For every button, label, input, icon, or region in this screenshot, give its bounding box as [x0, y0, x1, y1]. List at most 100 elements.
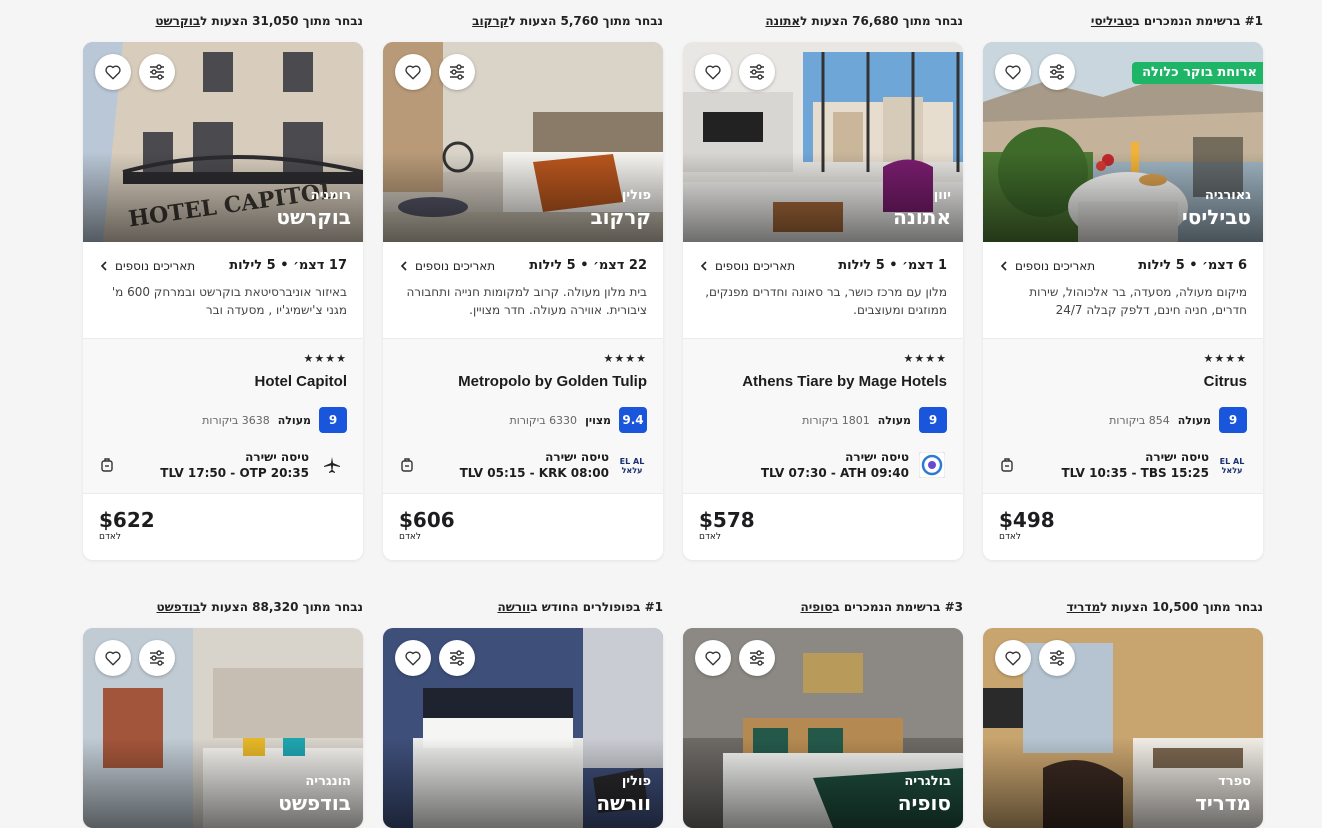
- filter-button[interactable]: [1039, 640, 1075, 676]
- deal-column: נבחר מתוך 31,050 הצעות לבוקרשט HOTEL CAP…: [83, 0, 363, 560]
- city-link[interactable]: בודפשט: [157, 600, 201, 614]
- city-link[interactable]: וורשה: [497, 600, 530, 614]
- chevron-left-icon: [100, 260, 107, 271]
- hotel-photo[interactable]: HOTEL CAPITOL רומניה בוקרשט: [83, 42, 363, 242]
- filter-button[interactable]: [1039, 54, 1075, 90]
- deal-card[interactable]: בולגריה סופיה: [683, 628, 963, 828]
- breakfast-badge: ארוחת בוקר כלולה: [1132, 62, 1263, 84]
- favorite-button[interactable]: [695, 640, 731, 676]
- deal-card[interactable]: פולין קרקוב 22 דצמ׳ • 5 לילות תאריכים נו…: [383, 42, 663, 560]
- sliders-icon: [150, 64, 164, 80]
- filter-button[interactable]: [739, 54, 775, 90]
- hotel-photo[interactable]: פולין וורשה: [383, 628, 663, 828]
- hotel-name[interactable]: Hotel Capitol: [99, 373, 348, 393]
- heart-icon: [405, 65, 421, 80]
- more-dates-link[interactable]: תאריכים נוספים: [399, 259, 495, 273]
- heart-icon: [1005, 651, 1021, 666]
- hotel-name[interactable]: Citrus: [999, 373, 1247, 393]
- review-count: 1801 ביקורות: [802, 413, 870, 427]
- score-label: מעולה: [277, 413, 311, 427]
- city-link[interactable]: טביליסי: [1091, 14, 1132, 28]
- trip-info: 1 דצמ׳ • 5 לילות תאריכים נוספים מלון עם …: [683, 242, 963, 338]
- favorite-button[interactable]: [995, 640, 1031, 676]
- star-rating: ★★★★: [603, 352, 647, 365]
- luggage-icon: [401, 458, 413, 472]
- deal-card[interactable]: ארוחת בוקר כלולה גאורגיה טביליסי 6 דצמ׳ …: [983, 42, 1263, 560]
- filter-button[interactable]: [739, 640, 775, 676]
- filter-button[interactable]: [439, 640, 475, 676]
- deal-column: נבחר מתוך 88,320 הצעות ל בודפשט הונגריה ב…: [83, 586, 363, 828]
- city-link[interactable]: אתונה: [765, 14, 800, 28]
- deal-tagline: נבחר מתוך 5,760 הצעות ל קרקוב: [472, 14, 663, 28]
- country-label: גאורגיה: [1204, 188, 1251, 203]
- hotel-details: ★★★★ Athens Tiare by Mage Hotels 9 מעולה…: [683, 338, 963, 493]
- hotel-details: ★★★★ Metropolo by Golden Tulip 9.4 מצוין…: [383, 338, 663, 493]
- city-label: אתונה: [893, 205, 951, 229]
- flight-times: TLV 05:15 - KRK 08:00: [459, 466, 609, 480]
- location: בולגריה סופיה: [898, 774, 951, 816]
- flight-times: TLV 07:30 - ATH 09:40: [760, 466, 909, 480]
- location: פולין וורשה: [596, 774, 651, 816]
- svg-text:EL AL: EL AL: [1220, 457, 1245, 466]
- price-box: $578 לאדם: [683, 493, 963, 560]
- review-summary: 9 מעולה 854 ביקורות: [999, 407, 1247, 433]
- city-link[interactable]: קרקוב: [472, 14, 508, 28]
- hotel-photo[interactable]: בולגריה סופיה: [683, 628, 963, 828]
- more-dates-link[interactable]: תאריכים נוספים: [99, 259, 195, 273]
- deal-card[interactable]: HOTEL CAPITOL רומניה בוקרשט 17 דצמ׳ • 5 …: [83, 42, 363, 560]
- favorite-button[interactable]: [695, 54, 731, 90]
- favorite-button[interactable]: [995, 54, 1031, 90]
- sliders-icon: [750, 650, 764, 666]
- city-link[interactable]: סופיה: [800, 600, 832, 614]
- more-dates-link[interactable]: תאריכים נוספים: [699, 259, 795, 273]
- score-label: מצוין: [585, 413, 611, 427]
- hotel-name[interactable]: Athens Tiare by Mage Hotels: [699, 373, 947, 393]
- review-count: 6330 ביקורות: [509, 413, 578, 427]
- elal-logo: EL AL עלאל: [1217, 450, 1247, 480]
- sliders-icon: [450, 650, 464, 666]
- deal-column: #3 ברשימת הנמכרים ב סופיה בולגריה סופיה: [683, 586, 963, 828]
- country-label: פולין: [621, 774, 651, 789]
- price-amount: $606: [399, 508, 455, 532]
- heart-icon: [705, 651, 721, 666]
- filter-button[interactable]: [139, 54, 175, 90]
- deal-card[interactable]: ספרד מדריד: [983, 628, 1263, 828]
- deals-row-2: נבחר מתוך 10,500 הצעות ל מדריד ספרד מדריד: [83, 586, 1263, 828]
- heart-icon: [105, 651, 121, 666]
- favorite-button[interactable]: [95, 640, 131, 676]
- deal-column: #1 בפופולרים החודש ב וורשה פולין וורשה: [383, 586, 663, 828]
- hotel-name[interactable]: Metropolo by Golden Tulip: [399, 373, 647, 393]
- hotel-photo[interactable]: הונגריה בודפשט: [83, 628, 363, 828]
- favorite-button[interactable]: [95, 54, 131, 90]
- review-summary: 9 מעולה 1801 ביקורות: [699, 407, 947, 433]
- hotel-details: ★★★★ Hotel Capitol 9 מעולה 3638 ביקורות …: [83, 338, 363, 493]
- location: רומניה בוקרשט: [276, 188, 351, 230]
- filter-button[interactable]: [139, 640, 175, 676]
- hotel-photo[interactable]: ארוחת בוקר כלולה גאורגיה טביליסי: [983, 42, 1263, 242]
- deal-card[interactable]: פולין וורשה: [383, 628, 663, 828]
- hotel-photo[interactable]: ספרד מדריד: [983, 628, 1263, 828]
- country-label: פולין: [621, 188, 651, 203]
- deal-card[interactable]: יוון אתונה 1 דצמ׳ • 5 לילות תאריכים נוספ…: [683, 42, 963, 560]
- favorite-button[interactable]: [395, 640, 431, 676]
- city-link[interactable]: בוקרשט: [155, 14, 200, 28]
- hotel-photo[interactable]: יוון אתונה: [683, 42, 963, 242]
- favorite-button[interactable]: [395, 54, 431, 90]
- hotel-description: מלון עם מרכז כושר, בר סאונה וחדרים מפנקי…: [705, 285, 947, 317]
- city-label: בודפשט: [278, 791, 351, 815]
- more-dates-link[interactable]: תאריכים נוספים: [999, 259, 1095, 273]
- sliders-icon: [150, 650, 164, 666]
- deal-tagline: #1 בפופולרים החודש ב וורשה: [497, 600, 663, 614]
- city-link[interactable]: מדריד: [1067, 600, 1101, 614]
- flight-type: טיסה ישירה: [845, 450, 909, 464]
- deal-card[interactable]: הונגריה בודפשט: [83, 628, 363, 828]
- filter-button[interactable]: [439, 54, 475, 90]
- deal-tagline: נבחר מתוך 10,500 הצעות ל מדריד: [1066, 600, 1263, 614]
- city-label: טביליסי: [1181, 205, 1251, 229]
- price-amount: $498: [999, 508, 1055, 532]
- luggage-icon: [1001, 458, 1013, 472]
- price-per-person: לאדם: [99, 532, 122, 542]
- price-per-person: לאדם: [999, 532, 1022, 542]
- trip-info: 22 דצמ׳ • 5 לילות תאריכים נוספים בית מלו…: [383, 242, 663, 338]
- hotel-photo[interactable]: פולין קרקוב: [383, 42, 663, 242]
